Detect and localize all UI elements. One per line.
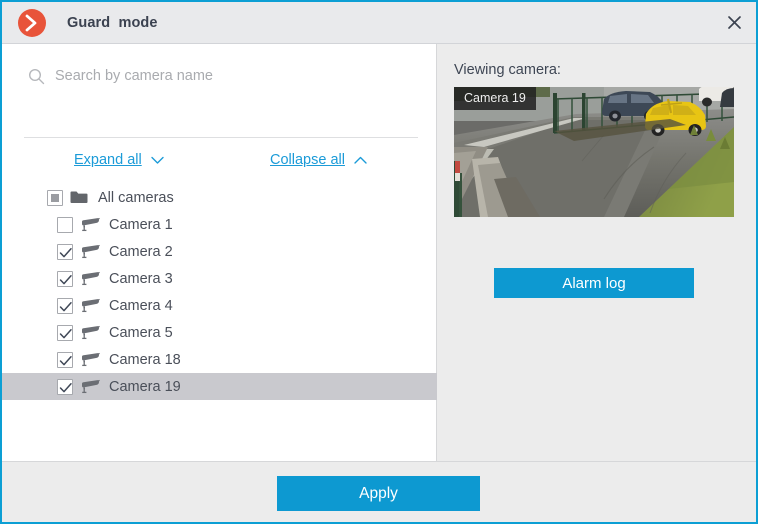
cctv-camera-icon [82, 298, 100, 313]
chevron-up-icon [354, 156, 367, 164]
tree-row-camera[interactable]: Camera 4 [2, 292, 437, 319]
collapse-all-button[interactable]: Collapse all [270, 152, 367, 168]
checkmark-icon [59, 274, 72, 284]
close-icon [727, 15, 741, 29]
tree-row-camera[interactable]: Camera 5 [2, 319, 437, 346]
camera-selection-pane: Search by camera name Expand all Collaps… [2, 44, 437, 461]
viewing-camera-label: Viewing camera: [454, 62, 561, 78]
checkbox-camera[interactable] [57, 324, 73, 341]
tree-row-camera[interactable]: Camera 2 [2, 238, 437, 265]
expand-all-label: Expand all [74, 152, 142, 168]
checkbox-camera[interactable] [57, 351, 73, 368]
checkmark-icon [59, 247, 72, 257]
orange-chevron-right-icon [18, 8, 46, 37]
checkbox-camera[interactable] [57, 270, 73, 287]
alarm-log-button[interactable]: Alarm log [494, 268, 694, 298]
tree-row-camera[interactable]: Camera 18 [2, 346, 437, 373]
search-icon [28, 68, 45, 84]
checkmark-icon [59, 355, 72, 365]
cctv-camera-icon [82, 271, 100, 286]
cctv-camera-icon [82, 217, 100, 232]
search-input[interactable]: Search by camera name [2, 56, 437, 96]
camera-preview-video[interactable]: Camera 19 [454, 87, 734, 217]
tree-row-label: Camera 2 [109, 243, 173, 260]
camera-tree: All cameras Camera 1 Camera 2 Camera 3 Came… [2, 184, 437, 400]
tree-row-label: Camera 4 [109, 297, 173, 314]
tree-row-label: Camera 3 [109, 270, 173, 287]
apply-button[interactable]: Apply [277, 476, 480, 511]
title-bar: Guard mode [2, 2, 756, 44]
camera-preview-pane: Viewing camera: Camera 19 Alarm log [437, 44, 756, 461]
folder-icon [70, 191, 88, 203]
cctv-camera-icon [82, 325, 100, 340]
chevron-right-glyph [25, 14, 37, 31]
chevron-down-icon [151, 156, 164, 164]
tree-row-label: Camera 1 [109, 216, 173, 233]
tree-row-label: Camera 5 [109, 324, 173, 341]
checkbox-camera[interactable] [57, 243, 73, 260]
cctv-camera-icon [82, 244, 100, 259]
cctv-camera-icon [82, 352, 100, 367]
tree-row-camera[interactable]: Camera 3 [2, 265, 437, 292]
tree-row-label: Camera 18 [109, 351, 181, 368]
tree-controls: Expand all Collapse all [24, 148, 418, 178]
tree-row-camera[interactable]: Camera 19 [2, 373, 437, 400]
checkbox-camera[interactable] [57, 297, 73, 314]
dialog-footer: Apply [2, 461, 756, 522]
checkbox-camera[interactable] [57, 378, 73, 395]
collapse-all-label: Collapse all [270, 152, 345, 168]
close-button[interactable] [712, 2, 756, 42]
search-placeholder: Search by camera name [55, 68, 213, 84]
guard-mode-dialog: Guard mode Search by camera name Expand … [0, 0, 758, 524]
checkmark-icon [59, 382, 72, 392]
checkmark-icon [59, 328, 72, 338]
checkmark-icon [59, 301, 72, 311]
tree-row-label: All cameras [98, 189, 174, 206]
cctv-camera-icon [82, 379, 100, 394]
page-title: Guard mode [67, 14, 158, 31]
search-divider [24, 137, 418, 138]
camera-badge: Camera 19 [454, 87, 536, 110]
expand-all-button[interactable]: Expand all [74, 152, 164, 168]
tree-row-camera[interactable]: Camera 1 [2, 211, 437, 238]
tree-row-all-cameras[interactable]: All cameras [2, 184, 437, 211]
dialog-body: Search by camera name Expand all Collaps… [2, 44, 756, 461]
checkbox-camera[interactable] [57, 216, 73, 233]
checkbox-all-cameras[interactable] [47, 189, 63, 206]
tree-row-label: Camera 19 [109, 378, 181, 395]
